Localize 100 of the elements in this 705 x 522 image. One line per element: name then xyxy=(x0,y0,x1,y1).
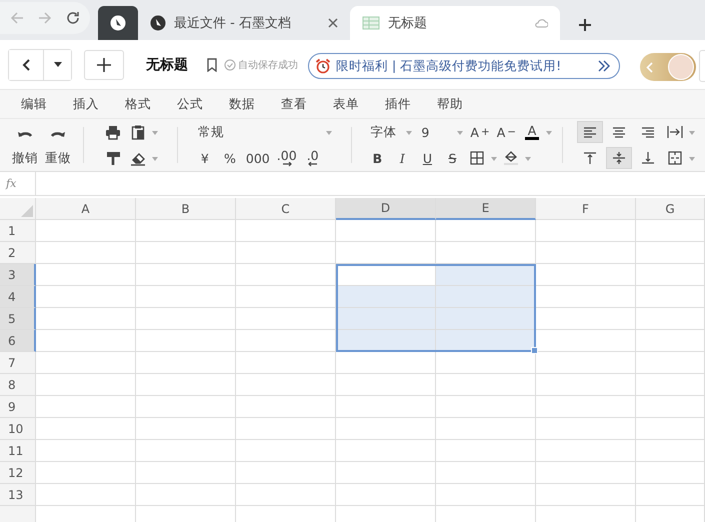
bold-button[interactable]: B xyxy=(366,147,388,169)
forward-icon[interactable] xyxy=(38,11,52,25)
grid-cell[interactable] xyxy=(136,352,236,374)
grid-cell[interactable] xyxy=(536,242,636,264)
grid-cell[interactable] xyxy=(536,264,636,286)
grid-cell[interactable] xyxy=(536,308,636,330)
menu-item[interactable]: 格式 xyxy=(125,96,151,112)
row-header[interactable]: 13 xyxy=(0,484,36,506)
grid-cell[interactable] xyxy=(336,242,436,264)
grid-cell[interactable] xyxy=(636,484,705,506)
row-header[interactable]: 1 xyxy=(0,220,36,242)
toolbar-button[interactable]: 000 xyxy=(244,147,272,169)
grid-cell[interactable] xyxy=(36,484,136,506)
close-icon[interactable] xyxy=(328,18,338,28)
grid-cell[interactable] xyxy=(636,396,705,418)
toolbar-button[interactable]: ¥ xyxy=(194,147,216,169)
row-header[interactable]: 4 xyxy=(0,286,36,308)
browser-tab[interactable]: 无标题 xyxy=(350,6,560,40)
align-left-icon[interactable] xyxy=(584,126,596,138)
row-header[interactable]: 12 xyxy=(0,462,36,484)
row-header[interactable]: 8 xyxy=(0,374,36,396)
grid-cell[interactable] xyxy=(36,374,136,396)
grid-cell[interactable] xyxy=(236,308,336,330)
grid-cell[interactable] xyxy=(136,330,236,352)
grid-cell[interactable] xyxy=(236,220,336,242)
grid-cell[interactable] xyxy=(236,352,336,374)
grid-cell[interactable] xyxy=(336,374,436,396)
grid-cell[interactable] xyxy=(636,286,705,308)
promo-banner[interactable]: 限时福利 | 石墨高级付费功能免费试用! xyxy=(308,53,620,79)
grid-cell[interactable] xyxy=(336,286,436,308)
caret-icon[interactable] xyxy=(152,130,158,134)
grid-cell[interactable] xyxy=(136,462,236,484)
avatar[interactable] xyxy=(668,54,694,80)
grid-cell[interactable] xyxy=(36,396,136,418)
grid-cell[interactable] xyxy=(236,462,336,484)
dropdown-button[interactable] xyxy=(43,50,71,80)
grid-cell[interactable] xyxy=(636,374,705,396)
grid-cell[interactable] xyxy=(536,484,636,506)
grid-cell[interactable] xyxy=(136,242,236,264)
row-header[interactable]: 2 xyxy=(0,242,36,264)
row-header[interactable]: 10 xyxy=(0,418,36,440)
grid-cell[interactable] xyxy=(36,308,136,330)
fill-handle[interactable] xyxy=(531,347,538,354)
toolbar-button[interactable]: % xyxy=(218,147,241,169)
eraser-icon[interactable] xyxy=(130,150,146,166)
row-header[interactable]: 6 xyxy=(0,330,36,352)
grid-cell[interactable] xyxy=(536,286,636,308)
grid-cell[interactable] xyxy=(536,462,636,484)
reload-icon[interactable] xyxy=(66,11,80,25)
paint-roller-icon[interactable] xyxy=(106,150,120,166)
column-header[interactable]: F xyxy=(536,198,636,220)
align-bottom-icon[interactable] xyxy=(642,152,654,164)
grid-cell[interactable] xyxy=(236,374,336,396)
new-tab-icon[interactable] xyxy=(578,18,592,32)
grid-cell[interactable] xyxy=(236,242,336,264)
select-all-icon[interactable] xyxy=(21,205,33,217)
align-left-button[interactable] xyxy=(577,121,603,143)
grid-cell[interactable] xyxy=(436,440,536,462)
column-header[interactable]: E xyxy=(436,198,536,220)
align-middle-icon[interactable] xyxy=(613,152,625,164)
italic-button[interactable]: I xyxy=(391,147,414,169)
column-header[interactable]: A xyxy=(36,198,136,220)
grid-cell[interactable] xyxy=(36,220,136,242)
grid-cell[interactable] xyxy=(536,220,636,242)
column-header[interactable]: D xyxy=(336,198,436,220)
align-middle-button[interactable] xyxy=(606,147,632,169)
row-header[interactable]: 9 xyxy=(0,396,36,418)
font-dropdown[interactable]: 9 xyxy=(417,121,466,143)
row-header[interactable]: 3 xyxy=(0,264,36,286)
caret-icon[interactable] xyxy=(406,130,412,134)
grid-cell[interactable] xyxy=(36,462,136,484)
row-header[interactable]: 5 xyxy=(0,308,36,330)
menu-item[interactable]: 插入 xyxy=(73,96,99,112)
menu-item[interactable]: 帮助 xyxy=(437,96,463,112)
menu-item[interactable]: 插件 xyxy=(385,96,411,112)
toolbar-button[interactable]: 撤销 xyxy=(10,147,40,169)
grid-cell[interactable] xyxy=(636,352,705,374)
grid-cell[interactable] xyxy=(336,418,436,440)
grid-cell[interactable] xyxy=(636,220,705,242)
grid-cell[interactable] xyxy=(36,330,136,352)
user-menu[interactable] xyxy=(640,53,696,81)
grid-cell[interactable] xyxy=(436,396,536,418)
caret-icon[interactable] xyxy=(689,130,695,134)
grid-cell[interactable] xyxy=(336,352,436,374)
caret-icon[interactable] xyxy=(689,156,695,160)
grid-cell[interactable] xyxy=(636,330,705,352)
fill-bucket-icon[interactable] xyxy=(503,150,520,166)
grid-cell[interactable] xyxy=(136,308,236,330)
grid-cell[interactable] xyxy=(136,374,236,396)
grid-cell[interactable] xyxy=(136,396,236,418)
grid-cell[interactable] xyxy=(36,242,136,264)
grid-cell[interactable] xyxy=(136,484,236,506)
caret-icon[interactable] xyxy=(457,130,464,134)
column-header[interactable]: C xyxy=(236,198,336,220)
grid-cell[interactable] xyxy=(436,286,536,308)
grid-cell[interactable] xyxy=(336,308,436,330)
grid-cell[interactable] xyxy=(236,264,336,286)
caret-icon[interactable] xyxy=(491,156,498,160)
decimal-button[interactable]: .00 xyxy=(274,147,299,169)
underline-button[interactable]: U xyxy=(416,147,438,169)
